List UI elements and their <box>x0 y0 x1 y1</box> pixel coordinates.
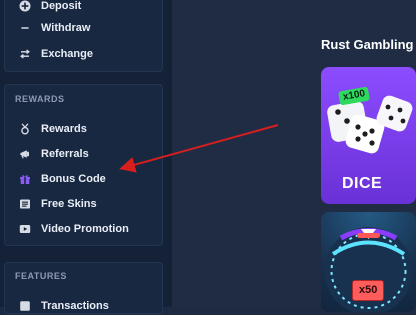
game-card-roulette[interactable]: x50 <box>321 212 416 312</box>
video-icon <box>17 221 33 237</box>
wallet-panel: Deposit Withdraw Exchange <box>4 0 163 72</box>
sidebar-item-referrals[interactable]: Referrals <box>17 145 89 163</box>
features-section-title: FEATURES <box>15 271 67 281</box>
page-title: Rust Gambling <box>321 37 414 52</box>
sidebar-item-label: Exchange <box>41 48 93 60</box>
sidebar-item-label: Transactions <box>41 300 109 312</box>
main-content: Rust Gambling x100 DICE x50 <box>172 0 416 312</box>
game-card-dice[interactable]: x100 DICE <box>321 67 416 204</box>
features-panel: FEATURES Transactions <box>4 262 163 314</box>
rewards-section-title: REWARDS <box>15 94 65 104</box>
sidebar-item-label: Rewards <box>41 123 87 135</box>
withdraw-icon <box>17 20 33 36</box>
list-icon <box>17 196 33 212</box>
sidebar-item-exchange[interactable]: Exchange <box>17 45 93 63</box>
sidebar-item-label: Free Skins <box>41 198 97 210</box>
medal-icon <box>17 121 33 137</box>
sidebar-item-free-skins[interactable]: Free Skins <box>17 195 97 213</box>
gift-icon <box>17 171 33 187</box>
sidebar-item-transactions[interactable]: Transactions <box>17 297 109 315</box>
sidebar-item-rewards[interactable]: Rewards <box>17 120 87 138</box>
exchange-icon <box>17 46 33 62</box>
sidebar: Deposit Withdraw Exchange REWARDS Reward… <box>0 0 172 314</box>
rewards-panel: REWARDS Rewards Referrals Bonus Code Fre… <box>4 84 163 246</box>
game-title: DICE <box>342 175 383 192</box>
sidebar-item-deposit[interactable]: Deposit <box>17 0 81 15</box>
sidebar-item-withdraw[interactable]: Withdraw <box>17 19 90 37</box>
megaphone-icon <box>17 146 33 162</box>
sidebar-item-video-promotion[interactable]: Video Promotion <box>17 220 129 238</box>
deposit-icon <box>17 0 33 14</box>
sidebar-item-label: Deposit <box>41 0 82 12</box>
sidebar-item-label: Referrals <box>41 148 89 160</box>
sidebar-item-label: Video Promotion <box>41 223 129 235</box>
sidebar-item-label: Bonus Code <box>41 173 106 185</box>
transactions-icon <box>17 298 33 314</box>
sidebar-item-label: Withdraw <box>41 22 91 34</box>
sidebar-item-bonus-code[interactable]: Bonus Code <box>17 170 106 188</box>
multiplier-badge: x50 <box>352 280 385 301</box>
